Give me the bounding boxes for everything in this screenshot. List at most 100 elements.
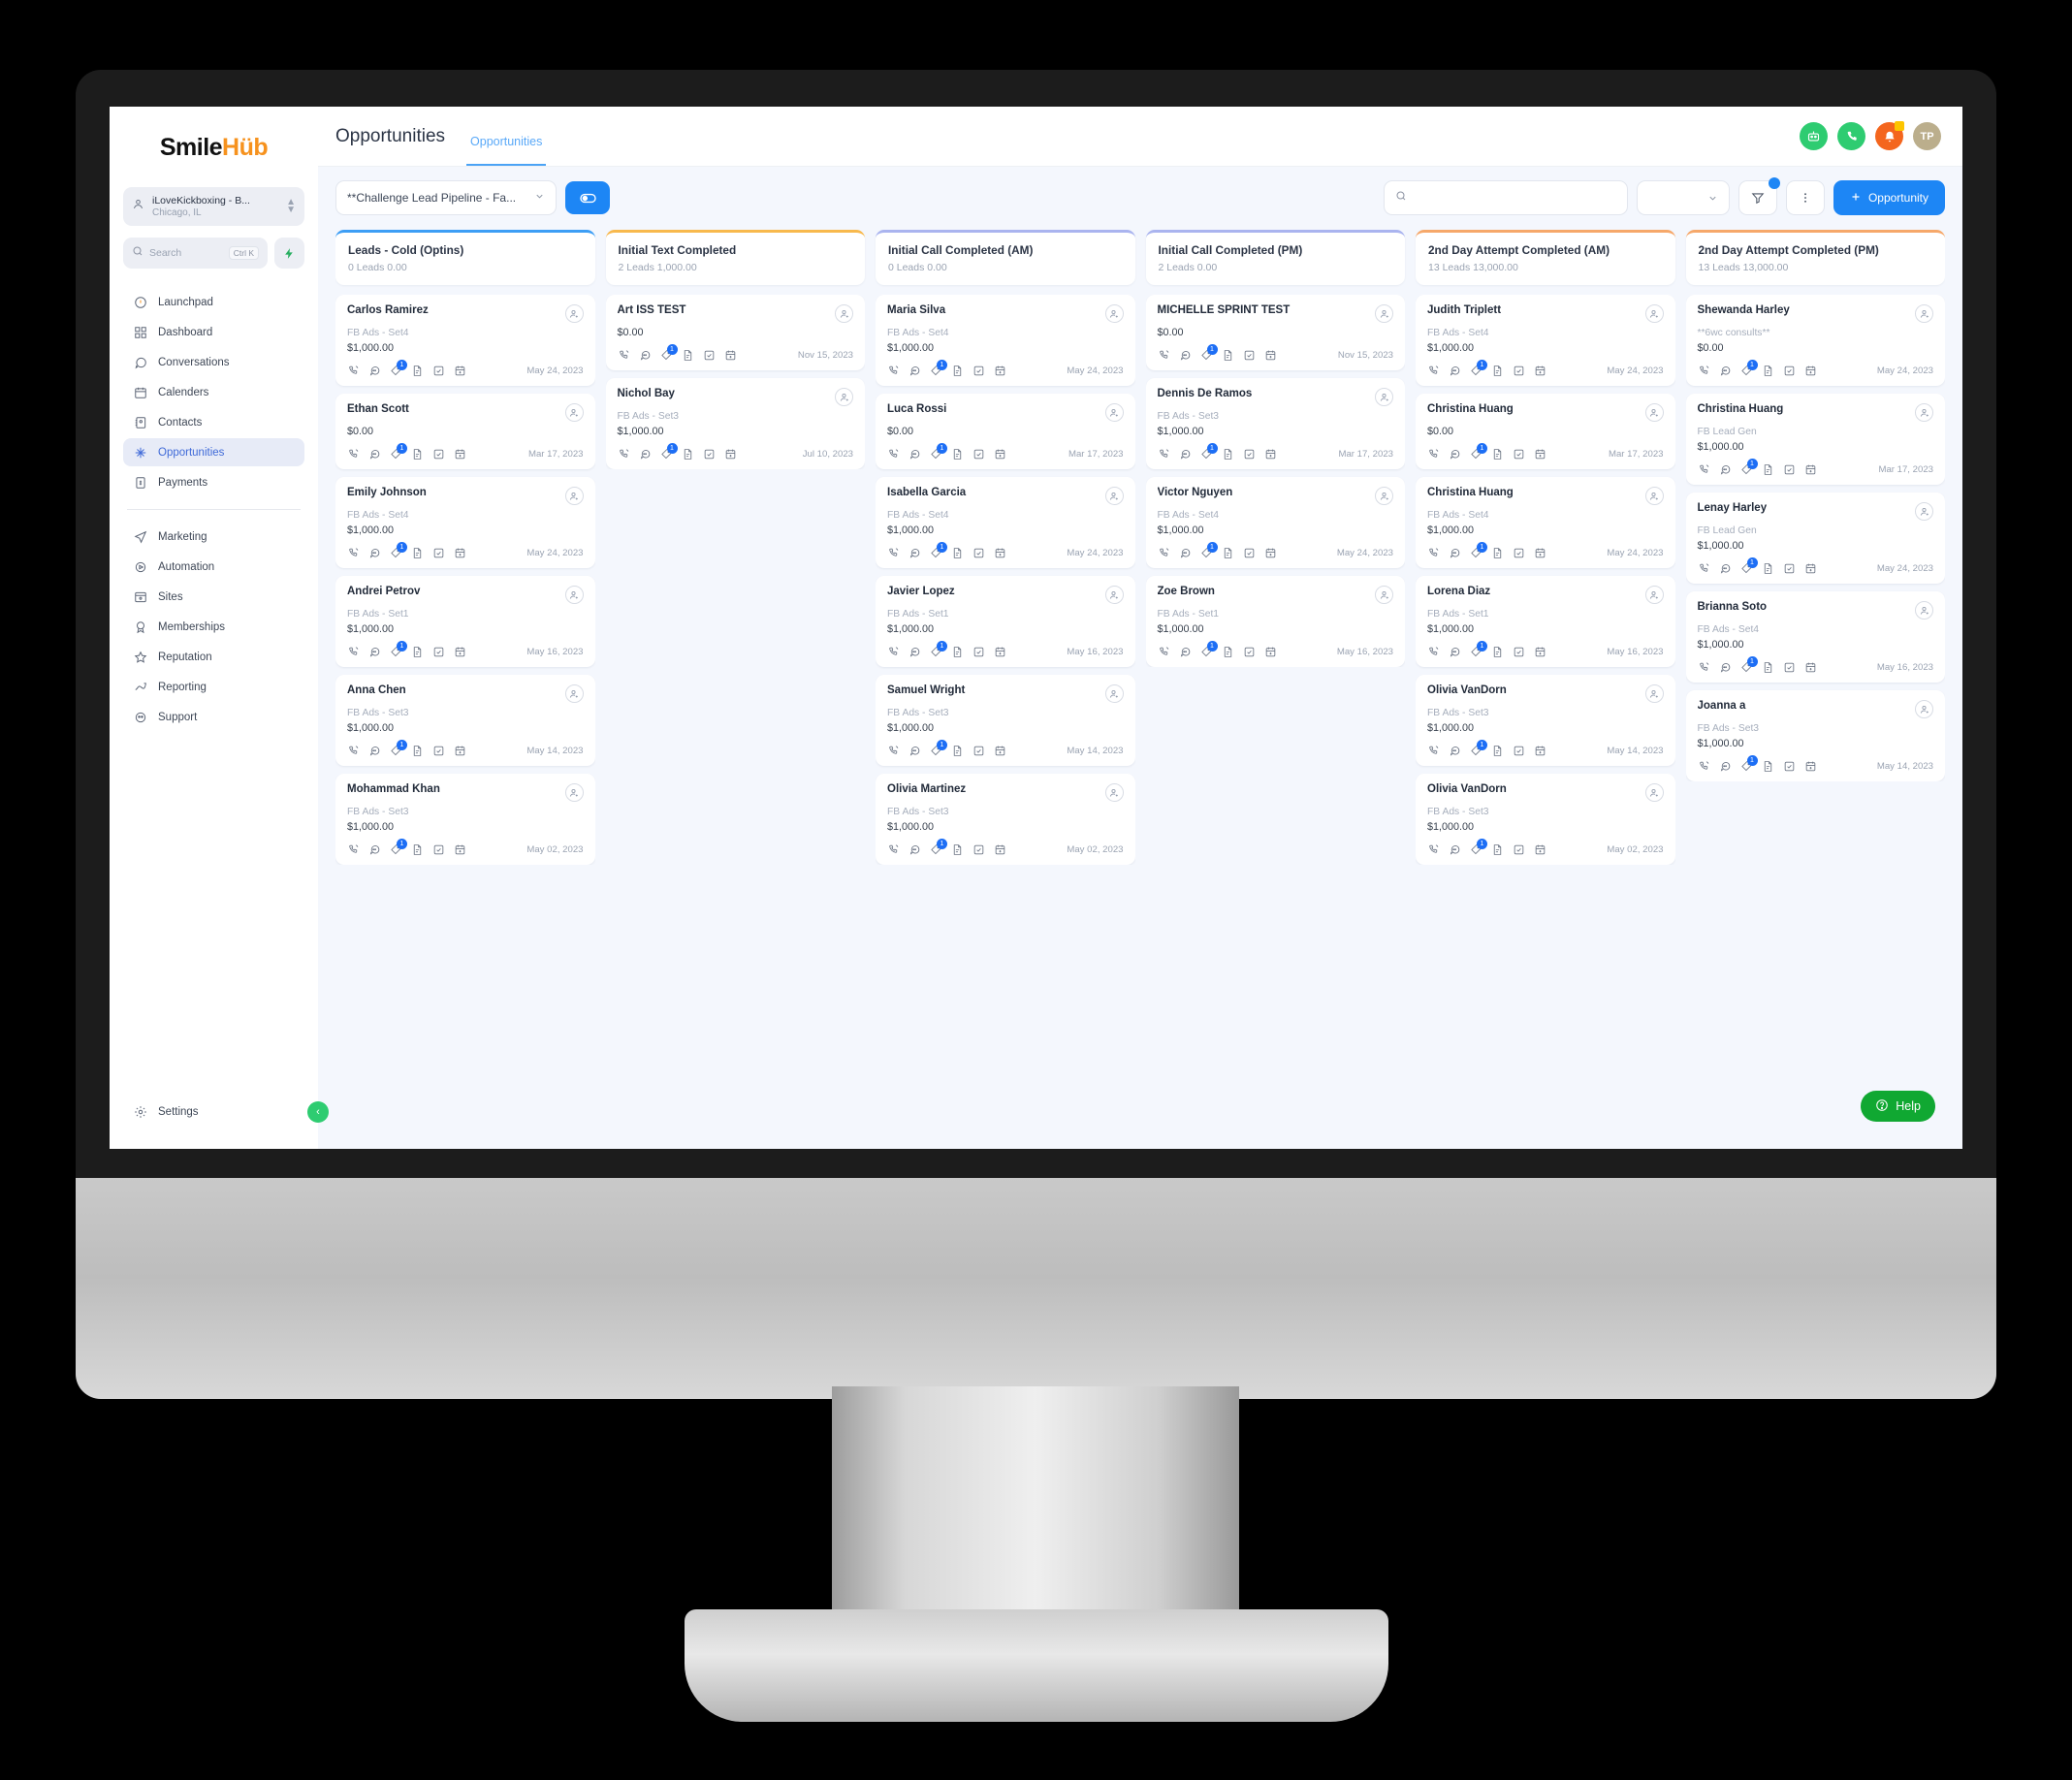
tag-icon[interactable]: 1 xyxy=(1740,656,1758,674)
chat-icon[interactable] xyxy=(368,843,381,856)
tag-icon[interactable]: 1 xyxy=(1200,344,1218,362)
sidebar-item-reporting[interactable]: Reporting xyxy=(123,673,304,701)
chat-icon[interactable] xyxy=(639,349,652,362)
document-icon[interactable] xyxy=(411,646,424,658)
tag-icon[interactable]: 1 xyxy=(1200,542,1218,559)
assign-user-icon[interactable] xyxy=(1375,586,1393,604)
document-icon[interactable] xyxy=(951,365,964,377)
calendar-icon[interactable] xyxy=(454,547,466,559)
calendar-icon[interactable] xyxy=(454,843,466,856)
calendar-icon[interactable] xyxy=(994,646,1006,658)
sidebar-collapse-button[interactable]: ‹ xyxy=(307,1101,329,1123)
phone-icon[interactable] xyxy=(1427,745,1440,757)
phone-icon[interactable] xyxy=(1427,448,1440,461)
document-icon[interactable] xyxy=(1762,463,1774,476)
chat-icon[interactable] xyxy=(908,745,921,757)
task-icon[interactable] xyxy=(703,349,716,362)
opportunity-card[interactable]: Zoe Brown FB Ads - Set1 $1,000.00 1 May 16, … xyxy=(1145,576,1405,667)
tag-icon[interactable]: 1 xyxy=(1470,641,1487,658)
assign-user-icon[interactable] xyxy=(1375,388,1393,406)
calendar-icon[interactable] xyxy=(1804,463,1817,476)
tag-icon[interactable]: 1 xyxy=(930,443,947,461)
document-icon[interactable] xyxy=(1762,562,1774,575)
chat-icon[interactable] xyxy=(1719,760,1732,773)
chat-icon[interactable] xyxy=(368,547,381,559)
phone-icon[interactable] xyxy=(887,547,900,559)
opportunity-card[interactable]: Art ISS TEST $0.00 1 Nov 15, 2023 xyxy=(605,295,865,370)
sidebar-item-marketing[interactable]: Marketing xyxy=(123,523,304,551)
tag-icon[interactable]: 1 xyxy=(390,360,407,377)
assign-user-icon[interactable] xyxy=(1104,403,1124,422)
opportunity-card[interactable]: Olivia Martinez FB Ads - Set3 $1,000.00 1 Ma… xyxy=(876,774,1135,865)
calendar-icon[interactable] xyxy=(1534,843,1546,856)
chat-icon[interactable] xyxy=(908,843,921,856)
calendar-icon[interactable] xyxy=(1534,745,1546,757)
assign-user-icon[interactable] xyxy=(1644,403,1664,422)
calendar-icon[interactable] xyxy=(994,547,1006,559)
task-icon[interactable] xyxy=(432,646,445,658)
assign-user-icon[interactable] xyxy=(835,388,853,406)
assign-user-icon[interactable] xyxy=(1915,502,1933,521)
tag-icon[interactable]: 1 xyxy=(930,360,947,377)
assign-user-icon[interactable] xyxy=(1915,403,1933,422)
sidebar-item-conversations[interactable]: Conversations xyxy=(123,348,304,376)
sidebar-item-payments[interactable]: Payments xyxy=(123,468,304,496)
assign-user-icon[interactable] xyxy=(1915,304,1933,323)
phone-icon[interactable] xyxy=(887,448,900,461)
chat-icon[interactable] xyxy=(1719,365,1732,377)
tag-icon[interactable]: 1 xyxy=(1470,443,1487,461)
assign-user-icon[interactable] xyxy=(1915,601,1933,620)
tab-opportunities[interactable]: Opportunities xyxy=(466,135,547,166)
document-icon[interactable] xyxy=(1762,365,1774,377)
chat-icon[interactable] xyxy=(368,646,381,658)
document-icon[interactable] xyxy=(411,547,424,559)
chat-icon[interactable] xyxy=(1449,745,1461,757)
tag-icon[interactable]: 1 xyxy=(1470,360,1487,377)
document-icon[interactable] xyxy=(1491,646,1504,658)
assign-user-icon[interactable] xyxy=(1104,684,1124,703)
sidebar-item-launchpad[interactable]: Launchpad xyxy=(123,288,304,316)
sidebar-item-dashboard[interactable]: Dashboard xyxy=(123,318,304,346)
opportunity-card[interactable]: Victor Nguyen FB Ads - Set4 $1,000.00 1 May … xyxy=(1145,477,1405,568)
chat-icon[interactable] xyxy=(639,448,652,461)
search-input[interactable]: Search Ctrl K xyxy=(123,238,268,269)
sidebar-item-reputation[interactable]: Reputation xyxy=(123,643,304,671)
opportunity-card[interactable]: Joanna a FB Ads - Set3 $1,000.00 1 May 14, 2… xyxy=(1685,690,1945,781)
tag-icon[interactable]: 1 xyxy=(660,443,678,461)
assign-user-icon[interactable] xyxy=(835,304,853,323)
opportunity-card[interactable]: Dennis De Ramos FB Ads - Set3 $1,000.00 1 Ma… xyxy=(1145,378,1405,469)
tag-icon[interactable]: 1 xyxy=(390,443,407,461)
document-icon[interactable] xyxy=(1222,448,1234,461)
calendar-icon[interactable] xyxy=(454,646,466,658)
phone-icon[interactable] xyxy=(1427,365,1440,377)
sidebar-item-sites[interactable]: Sites xyxy=(123,583,304,611)
quick-action-button[interactable] xyxy=(274,238,304,269)
tag-icon[interactable]: 1 xyxy=(930,542,947,559)
opportunity-card[interactable]: Brianna Soto FB Ads - Set4 $1,000.00 1 May 1… xyxy=(1685,591,1945,683)
task-icon[interactable] xyxy=(703,448,716,461)
phone-icon[interactable] xyxy=(1698,760,1710,773)
phone-icon[interactable] xyxy=(1698,661,1710,674)
tag-icon[interactable]: 1 xyxy=(390,839,407,856)
tag-icon[interactable]: 1 xyxy=(1740,755,1758,773)
phone-icon[interactable] xyxy=(347,448,360,461)
document-icon[interactable] xyxy=(951,448,964,461)
task-icon[interactable] xyxy=(1513,547,1525,559)
assign-user-icon[interactable] xyxy=(1644,487,1664,505)
task-icon[interactable] xyxy=(1783,760,1796,773)
task-icon[interactable] xyxy=(432,843,445,856)
document-icon[interactable] xyxy=(1222,646,1234,658)
task-icon[interactable] xyxy=(432,745,445,757)
assign-user-icon[interactable] xyxy=(564,586,584,604)
task-icon[interactable] xyxy=(972,365,985,377)
phone-icon[interactable] xyxy=(347,646,360,658)
task-icon[interactable] xyxy=(1513,843,1525,856)
assign-user-icon[interactable] xyxy=(1644,684,1664,703)
opportunity-card[interactable]: Javier Lopez FB Ads - Set1 $1,000.00 1 May 1… xyxy=(876,576,1135,667)
assign-user-icon[interactable] xyxy=(564,783,584,802)
document-icon[interactable] xyxy=(682,448,694,461)
phone-icon[interactable] xyxy=(1698,365,1710,377)
task-icon[interactable] xyxy=(972,448,985,461)
tag-icon[interactable]: 1 xyxy=(1740,459,1758,476)
tag-icon[interactable]: 1 xyxy=(930,839,947,856)
